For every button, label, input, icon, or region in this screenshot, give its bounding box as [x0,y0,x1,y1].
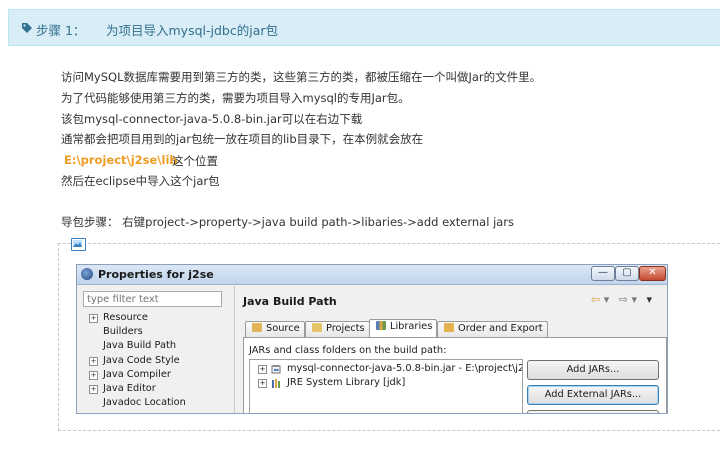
properties-tree: + Resource Builders Java Build Path + Ja… [83,312,233,411]
tab-source[interactable]: Source [245,321,305,338]
tree-item-java-build-path[interactable]: Java Build Path [83,340,233,354]
sash-divider[interactable] [234,286,235,413]
lib-path-suffix: 这个位置 [172,154,218,168]
expand-icon[interactable]: + [89,384,98,394]
body-line-3: 该包mysql-connector-java-5.0.8-bin.jar可以在右… [61,112,363,126]
back-arrow-icon[interactable]: ⇦ [591,293,600,306]
source-icon [252,323,262,332]
tree-item-java-compiler[interactable]: + Java Compiler [83,369,233,383]
filter-input[interactable] [83,291,222,307]
build-path-description: JARs and class folders on the build path… [249,345,447,356]
libraries-icon [376,321,386,330]
jar-list[interactable]: + mysql-connector-java-5.0.8-bin.jar - E… [249,359,523,413]
page-title: Java Build Path [243,295,337,308]
expand-icon[interactable]: + [89,356,98,366]
step-title: 为项目导入mysql-jdbc的jar包 [106,23,278,38]
dialog-titlebar[interactable]: Properties for j2se — ▢ ✕ [77,265,667,285]
projects-icon [312,323,322,332]
step-label: 步骤 1： [36,23,86,38]
body-line-1: 访问MySQL数据库需要用到第三方的类，这些第三方的类，都被压缩在一个叫做Jar… [61,70,542,84]
tab-libraries[interactable]: Libraries [369,319,438,338]
tab-order-and-export[interactable]: Order and Export [437,321,548,338]
tree-item-java-editor[interactable]: + Java Editor [83,383,233,397]
guide-line: 导包步骤： 右键project->property->java build pa… [61,215,515,229]
dialog-title: Properties for j2se [98,268,214,281]
add-jars-button[interactable]: Add JARs... [527,360,659,380]
body-line-4: 通常都会把项目用到的jar包统一放在项目的lib目录下，在本例就会放在 [61,132,424,146]
page-navigation: ⇦ ▾ ⇨ ▾ ▾ [591,293,652,306]
tree-item-java-code-style[interactable]: + Java Code Style [83,355,233,369]
expand-icon[interactable]: + [258,379,267,388]
forward-arrow-icon[interactable]: ⇨ [619,293,628,306]
tag-icon [22,23,32,33]
lib-path: E:\project\j2se\lib [64,153,178,167]
add-external-jars-button[interactable]: Add External JARs... [527,385,659,405]
tab-projects[interactable]: Projects [305,321,370,338]
tree-item-javadoc-location[interactable]: Javadoc Location [83,397,233,411]
expand-icon[interactable]: + [89,370,98,380]
eclipse-icon [81,268,93,280]
jar-icon [271,365,281,374]
close-button[interactable]: ✕ [639,266,666,281]
view-menu-icon[interactable]: ▾ [647,293,653,306]
library-icon [272,379,280,388]
tree-item-resource[interactable]: + Resource [83,312,233,326]
step-header: 步骤 1： 为项目导入mysql-jdbc的jar包 [8,9,720,46]
order-export-icon [444,323,454,332]
expand-icon[interactable]: + [258,365,267,374]
next-button-partial[interactable] [527,410,659,413]
body-line-2: 为了代码能够使用第三方的类，需要为项目导入mysql的专用Jar包。 [61,91,410,105]
tree-item-builders[interactable]: Builders [83,326,233,340]
expand-icon[interactable]: + [89,314,98,323]
minimize-button[interactable]: — [591,266,615,281]
eclipse-line: 然后在eclipse中导入这个jar包 [61,174,220,188]
forward-menu-icon[interactable]: ▾ [631,293,637,306]
maximize-button[interactable]: ▢ [615,266,639,281]
back-menu-icon[interactable]: ▾ [604,293,610,306]
properties-dialog: Properties for j2se — ▢ ✕ + Resource Bui… [76,264,668,414]
image-icon [71,238,86,251]
